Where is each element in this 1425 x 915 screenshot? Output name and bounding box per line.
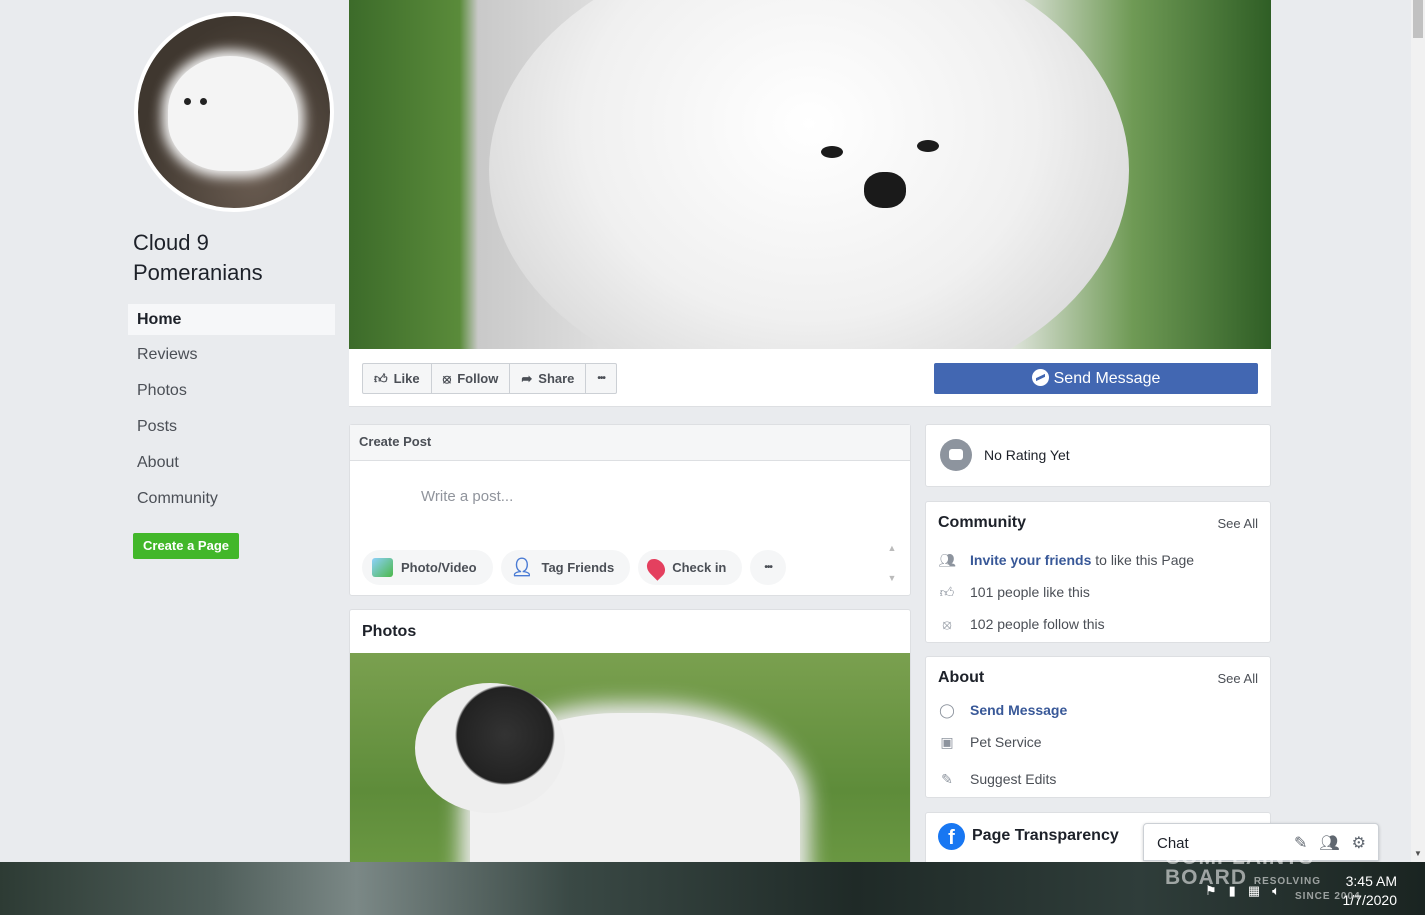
about-see-all-link[interactable]: See All (1218, 671, 1258, 686)
send-message-label: Send Message (1053, 370, 1161, 387)
scroll-down-icon[interactable]: ▼ (1414, 849, 1422, 858)
nav-item-photos[interactable]: Photos (128, 375, 335, 411)
rss-icon: ⦻ (442, 371, 452, 386)
photo-thumbnail[interactable] (350, 653, 910, 868)
tag-friends-button[interactable]: 👤︎ Tag Friends (500, 550, 631, 585)
watermark-small2: SINCE 2004 (1295, 891, 1361, 902)
cover-dog-fur (489, 0, 1129, 349)
friends-icon: 👥︎ (938, 552, 956, 568)
share-label: Share (538, 371, 575, 386)
invite-friends-row: 👥︎ Invite your friends to like this Page (938, 552, 1194, 568)
page-action-bar: 👍︎ Like ⦻ Follow ➦ Share ••• Send Messag… (349, 349, 1271, 407)
watermark-line1: COMPLAINTS (1165, 846, 1314, 869)
community-see-all-link[interactable]: See All (1218, 516, 1258, 531)
send-message-button[interactable]: Send Message (934, 363, 1258, 394)
avatar-eye (200, 98, 207, 105)
complaints-board-watermark: COMPLAINTS BOARD RESOLVING SINCE 2004 (1165, 846, 1361, 902)
post-input[interactable]: Write a post... (421, 488, 513, 505)
create-post-card: Create Post Write a post... Photo/Video … (349, 424, 911, 596)
about-card: About See All ◯ Send Message ▣ Pet Servi… (925, 656, 1271, 798)
profile-picture[interactable] (134, 12, 334, 212)
cover-dog-eye (821, 146, 843, 158)
cover-dog-nose (864, 172, 906, 208)
cover-dog-eye (917, 140, 939, 152)
invite-rest-text: to like this Page (1091, 552, 1195, 568)
storefront-icon: ▣ (940, 734, 954, 750)
pencil-icon: ✎ (941, 771, 953, 787)
watermark-line2: BOARD (1165, 866, 1247, 889)
page-action-buttons: 👍︎ Like ⦻ Follow ➦ Share ••• (362, 363, 617, 394)
nav-item-reviews[interactable]: Reviews (128, 339, 335, 375)
create-page-button[interactable]: Create a Page (133, 533, 239, 559)
rss-icon: ⦻ (942, 616, 952, 632)
share-button[interactable]: ➦ Share (510, 364, 587, 393)
category-row: ▣ Pet Service (938, 734, 1042, 750)
photos-card: Photos (349, 609, 911, 869)
thumbs-up-icon: 👍︎ (939, 584, 955, 600)
scroll-up-icon[interactable]: ▲ (886, 543, 898, 553)
rating-card: No Rating Yet (925, 424, 1271, 487)
avatar-dog-shape (168, 56, 298, 171)
scrollbar-thumb[interactable] (1413, 0, 1423, 38)
follow-label: Follow (457, 371, 499, 386)
scroll-down-icon[interactable]: ▼ (886, 573, 898, 583)
suggest-edits-link[interactable]: Suggest Edits (970, 771, 1056, 787)
window-scrollbar[interactable]: ▼ (1411, 0, 1425, 862)
avatar-eye (184, 98, 191, 105)
tag-friends-icon: 👤︎ (510, 557, 534, 577)
cover-photo[interactable] (349, 0, 1271, 349)
follows-count: 102 people follow this (970, 616, 1105, 632)
about-title: About (938, 669, 985, 686)
nav-item-community[interactable]: Community (128, 483, 335, 519)
nav-item-posts[interactable]: Posts (128, 411, 335, 447)
create-post-title: Create Post (350, 425, 910, 461)
messenger-icon (1031, 369, 1049, 386)
photo-video-button[interactable]: Photo/Video (362, 550, 493, 585)
watermark-small1: RESOLVING (1253, 876, 1321, 887)
location-pin-icon (643, 554, 669, 581)
about-send-message-row: ◯ Send Message (938, 702, 1067, 718)
category-text[interactable]: Pet Service (970, 734, 1042, 750)
nav-item-home[interactable]: Home (128, 304, 335, 335)
page-transparency-title[interactable]: Page Transparency (972, 827, 1119, 845)
post-actions: Photo/Video 👤︎ Tag Friends Check in ••• (362, 550, 786, 585)
likes-row: 👍︎ 101 people like this (938, 584, 1090, 600)
photo-dog-head (415, 683, 565, 813)
nav-item-about[interactable]: About (128, 447, 335, 483)
follows-row: ⦻ 102 people follow this (938, 616, 1105, 632)
photo-icon (372, 558, 393, 577)
photos-title[interactable]: Photos (350, 610, 910, 653)
likes-count: 101 people like this (970, 584, 1090, 600)
community-card: Community See All 👥︎ Invite your friends… (925, 501, 1271, 643)
like-button[interactable]: 👍︎ Like (363, 364, 432, 393)
thumbs-up-icon: 👍︎ (374, 371, 388, 386)
share-arrow-icon: ➦ (521, 371, 533, 386)
suggest-edits-row: ✎ Suggest Edits (938, 771, 1056, 787)
messenger-icon: ◯ (939, 702, 955, 718)
page-title[interactable]: Cloud 9 Pomeranians (133, 228, 333, 288)
check-in-label: Check in (672, 560, 727, 575)
tag-friends-label: Tag Friends (541, 560, 615, 575)
like-label: Like (393, 371, 420, 386)
about-send-message-link[interactable]: Send Message (970, 702, 1067, 718)
rating-icon (940, 439, 972, 471)
page-nav: Home Reviews Photos Posts About Communit… (128, 304, 335, 519)
more-options-button[interactable]: ••• (586, 364, 616, 393)
follow-button[interactable]: ⦻ Follow (432, 364, 511, 393)
community-title: Community (938, 514, 1026, 531)
invite-text: Invite your friends to like this Page (970, 552, 1194, 568)
invite-friends-link[interactable]: Invite your friends (970, 552, 1091, 568)
photo-video-label: Photo/Video (401, 560, 477, 575)
post-actions-scroller[interactable]: ▲ ▼ (886, 543, 898, 593)
rating-text: No Rating Yet (984, 447, 1070, 463)
check-in-button[interactable]: Check in (638, 550, 743, 585)
facebook-icon: f (938, 823, 965, 850)
more-post-options-button[interactable]: ••• (750, 550, 786, 585)
